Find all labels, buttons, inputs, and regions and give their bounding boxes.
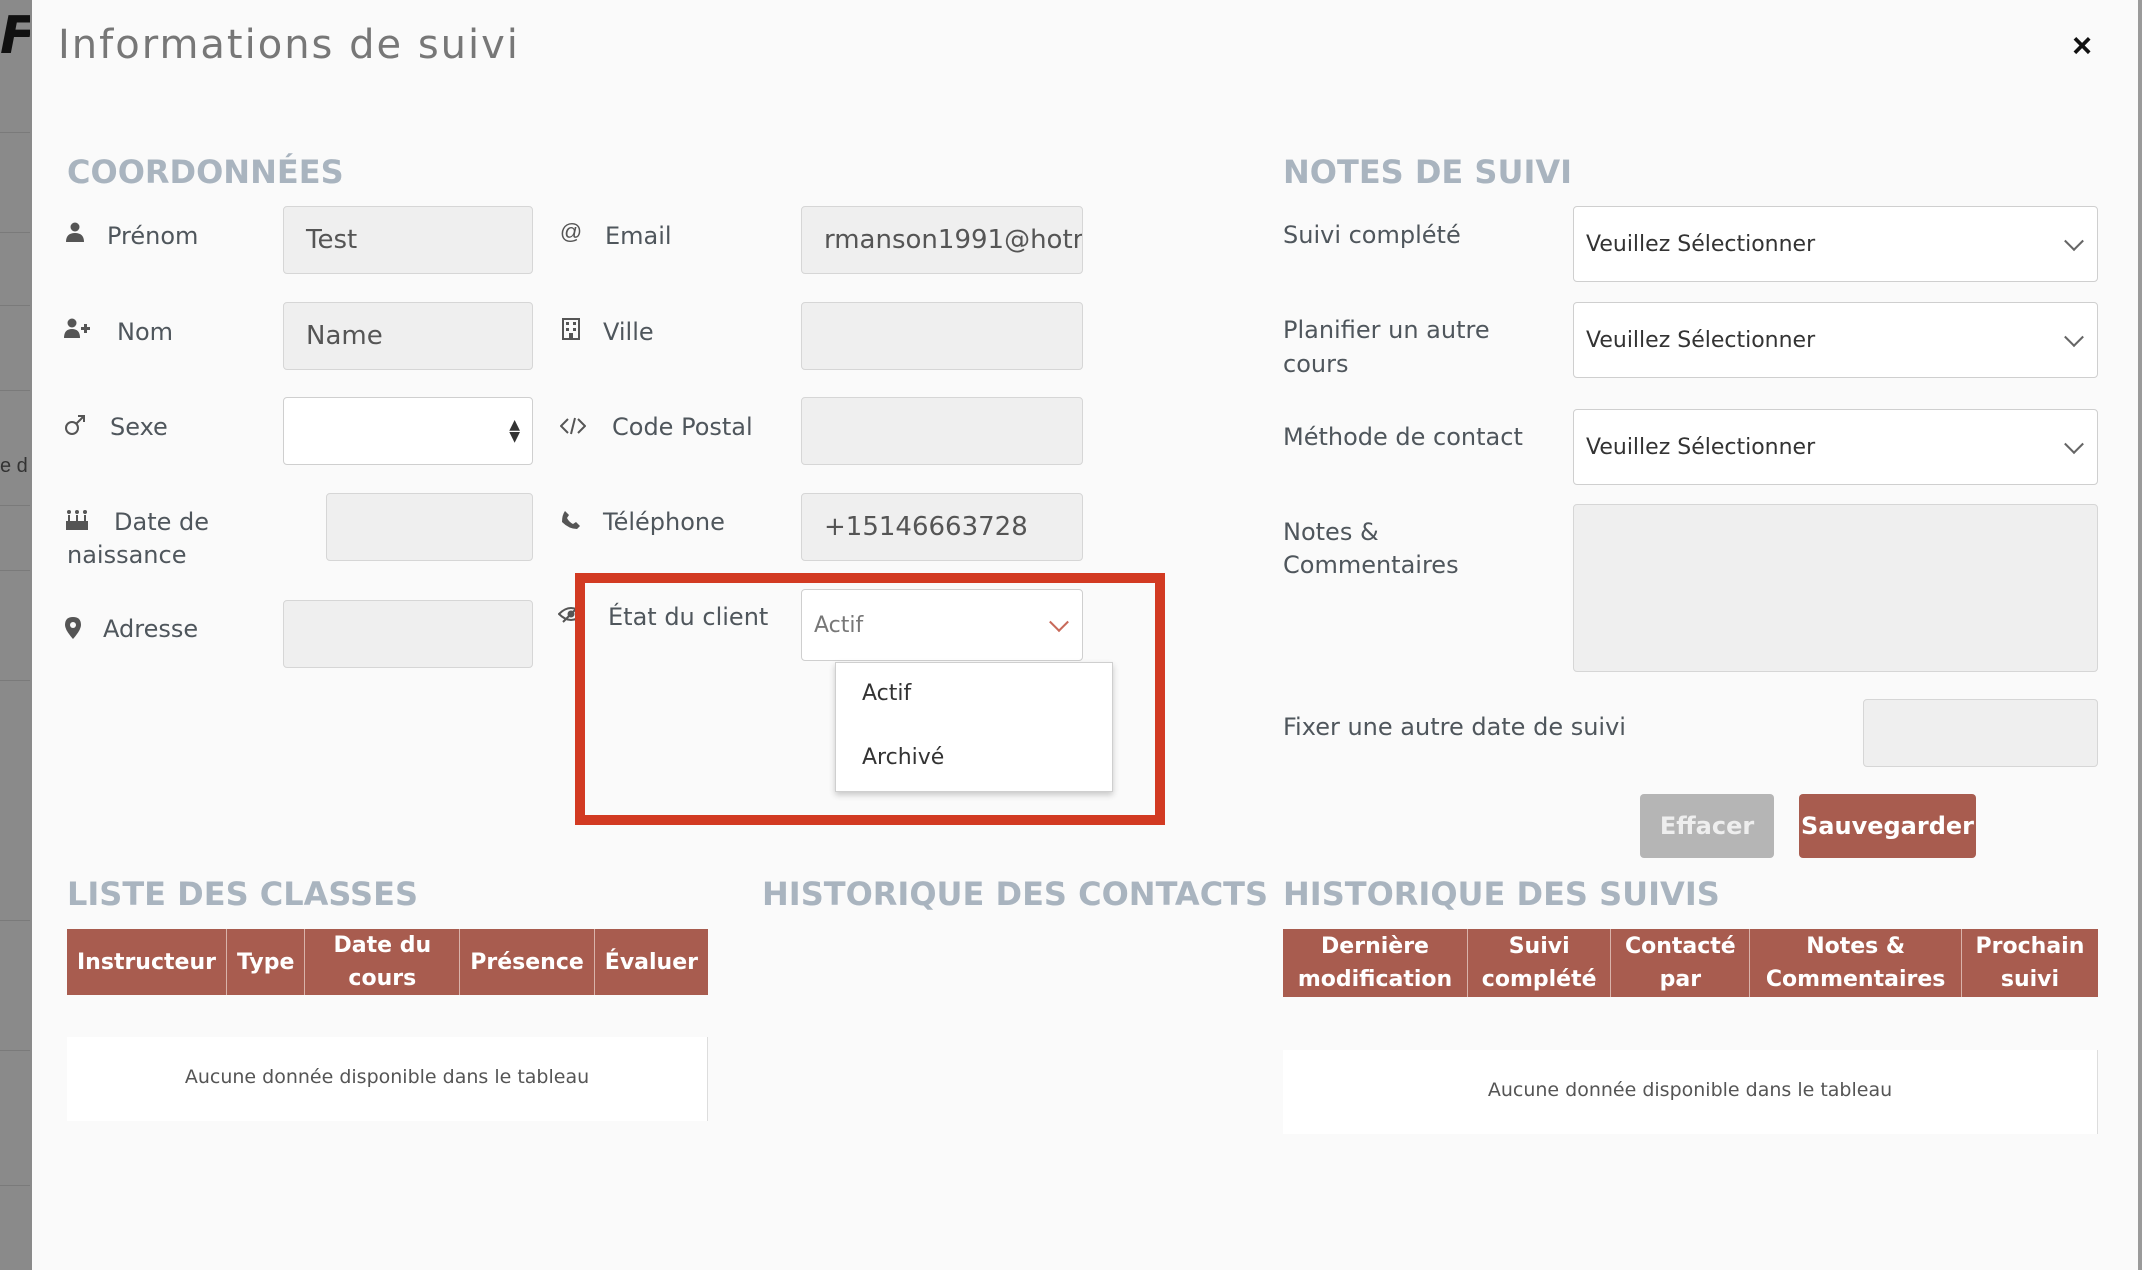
suivis-table-header: Dernière modification Suivi complété Conta… — [1283, 929, 2098, 997]
background-logo: F — [0, 6, 30, 66]
date-naissance-label-1: Date de — [114, 508, 209, 536]
adresse-input[interactable] — [283, 600, 533, 668]
prenom-input[interactable]: Test — [283, 206, 533, 274]
column-date-cours[interactable]: Date du cours — [304, 929, 461, 995]
chevron-down-icon — [2064, 434, 2084, 455]
divider — [0, 390, 30, 391]
planifier-select[interactable]: Veuillez Sélectionner — [1573, 302, 2098, 378]
phone-icon — [557, 510, 585, 536]
dropdown-option-archive[interactable]: Archivé — [862, 745, 944, 770]
date-naissance-input[interactable] — [326, 493, 533, 561]
divider — [0, 680, 30, 681]
suivi-complete-label: Suivi complété — [1283, 221, 1461, 249]
nom-input[interactable]: Name — [283, 302, 533, 370]
adresse-label: Adresse — [103, 615, 199, 643]
divider — [0, 305, 30, 306]
chevron-down-icon — [2064, 327, 2084, 348]
divider — [0, 232, 30, 233]
divider — [0, 1050, 30, 1051]
fixer-date-label: Fixer une autre date de suivi — [1283, 713, 1626, 741]
close-icon[interactable]: × — [2062, 26, 2102, 66]
methode-contact-select[interactable]: Veuillez Sélectionner — [1573, 409, 2098, 485]
sexe-label: Sexe — [110, 413, 168, 441]
sauvegarder-button[interactable]: Sauvegarder — [1799, 794, 1976, 858]
date-naissance-label-2: naissance — [67, 541, 187, 569]
column-presence[interactable]: Présence — [459, 929, 595, 995]
notes-textarea[interactable] — [1573, 504, 2098, 672]
divider — [0, 132, 30, 133]
methode-contact-value: Veuillez Sélectionner — [1586, 435, 1816, 460]
user-plus-icon — [63, 318, 91, 344]
prenom-label: Prénom — [107, 222, 199, 250]
email-label: Email — [605, 222, 672, 250]
divider — [0, 505, 30, 506]
nom-label: Nom — [117, 318, 174, 346]
notes-label-2: Commentaires — [1283, 551, 1459, 579]
planifier-label-1: Planifier un autre — [1283, 316, 1490, 344]
column-contacte-par[interactable]: Contacté par — [1610, 929, 1751, 997]
etat-client-dropdown: Actif Archivé — [835, 662, 1113, 792]
historique-suivis-title: HISTORIQUE DES SUIVIS — [1283, 875, 1720, 913]
ville-input[interactable] — [801, 302, 1083, 370]
planifier-label-2: cours — [1283, 350, 1349, 378]
suivi-complete-value: Veuillez Sélectionner — [1586, 232, 1816, 257]
ville-label: Ville — [603, 318, 654, 346]
email-input[interactable]: rmanson1991@hotm — [801, 206, 1083, 274]
dropdown-option-actif[interactable]: Actif — [862, 681, 911, 706]
map-marker-icon — [59, 617, 87, 645]
classes-table-header: Instructeur Type Date du cours Présence … — [67, 929, 708, 995]
column-prochain-suivi[interactable]: Prochain suivi — [1961, 929, 2098, 997]
suivi-complete-select[interactable]: Veuillez Sélectionner — [1573, 206, 2098, 282]
background-page-right — [2138, 0, 2142, 1270]
historique-contacts-title: HISTORIQUE DES CONTACTS — [762, 875, 1269, 913]
code-postal-label: Code Postal — [612, 413, 753, 441]
building-icon — [557, 318, 585, 346]
fixer-date-input[interactable] — [1863, 699, 2098, 767]
column-type[interactable]: Type — [226, 929, 306, 995]
coordonnees-title: COORDONNÉES — [67, 153, 344, 191]
divider — [0, 1185, 30, 1186]
column-suivi-complete[interactable]: Suivi complété — [1467, 929, 1612, 997]
column-instructeur[interactable]: Instructeur — [67, 929, 227, 995]
notes-label-1: Notes & — [1283, 518, 1379, 546]
column-notes-commentaires[interactable]: Notes & Commentaires — [1749, 929, 1962, 997]
divider — [0, 920, 30, 921]
divider — [0, 570, 30, 571]
classes-empty-message: Aucune donnée disponible dans le tableau — [67, 1037, 708, 1121]
code-icon — [559, 415, 587, 441]
methode-contact-label: Méthode de contact — [1283, 423, 1523, 451]
sort-arrows-icon: ▲ ▼ — [509, 417, 520, 445]
chevron-down-icon — [2064, 231, 2084, 252]
telephone-label: Téléphone — [603, 508, 725, 536]
follow-up-modal: Informations de suivi × COORDONNÉES Prén… — [32, 0, 2138, 1270]
sexe-select[interactable]: ▲ ▼ — [283, 397, 533, 465]
background-text: e d — [0, 455, 28, 477]
liste-classes-title: LISTE DES CLASSES — [67, 875, 418, 913]
planifier-value: Veuillez Sélectionner — [1586, 328, 1816, 353]
birthday-cake-icon — [63, 509, 91, 537]
telephone-input[interactable]: +15146663728 — [801, 493, 1083, 561]
column-derniere-modification[interactable]: Dernière modification — [1283, 929, 1469, 997]
background-page: F e d — [0, 0, 32, 1270]
mars-icon — [61, 414, 89, 442]
at-icon: @ — [559, 219, 583, 244]
notes-de-suivi-title: NOTES DE SUIVI — [1283, 153, 1573, 191]
column-evaluer[interactable]: Évaluer — [594, 929, 708, 995]
modal-title: Informations de suivi — [58, 22, 520, 68]
suivis-empty-message: Aucune donnée disponible dans le tableau — [1283, 1050, 2098, 1134]
effacer-button[interactable]: Effacer — [1640, 794, 1774, 858]
code-postal-input[interactable] — [801, 397, 1083, 465]
user-icon — [61, 222, 89, 248]
